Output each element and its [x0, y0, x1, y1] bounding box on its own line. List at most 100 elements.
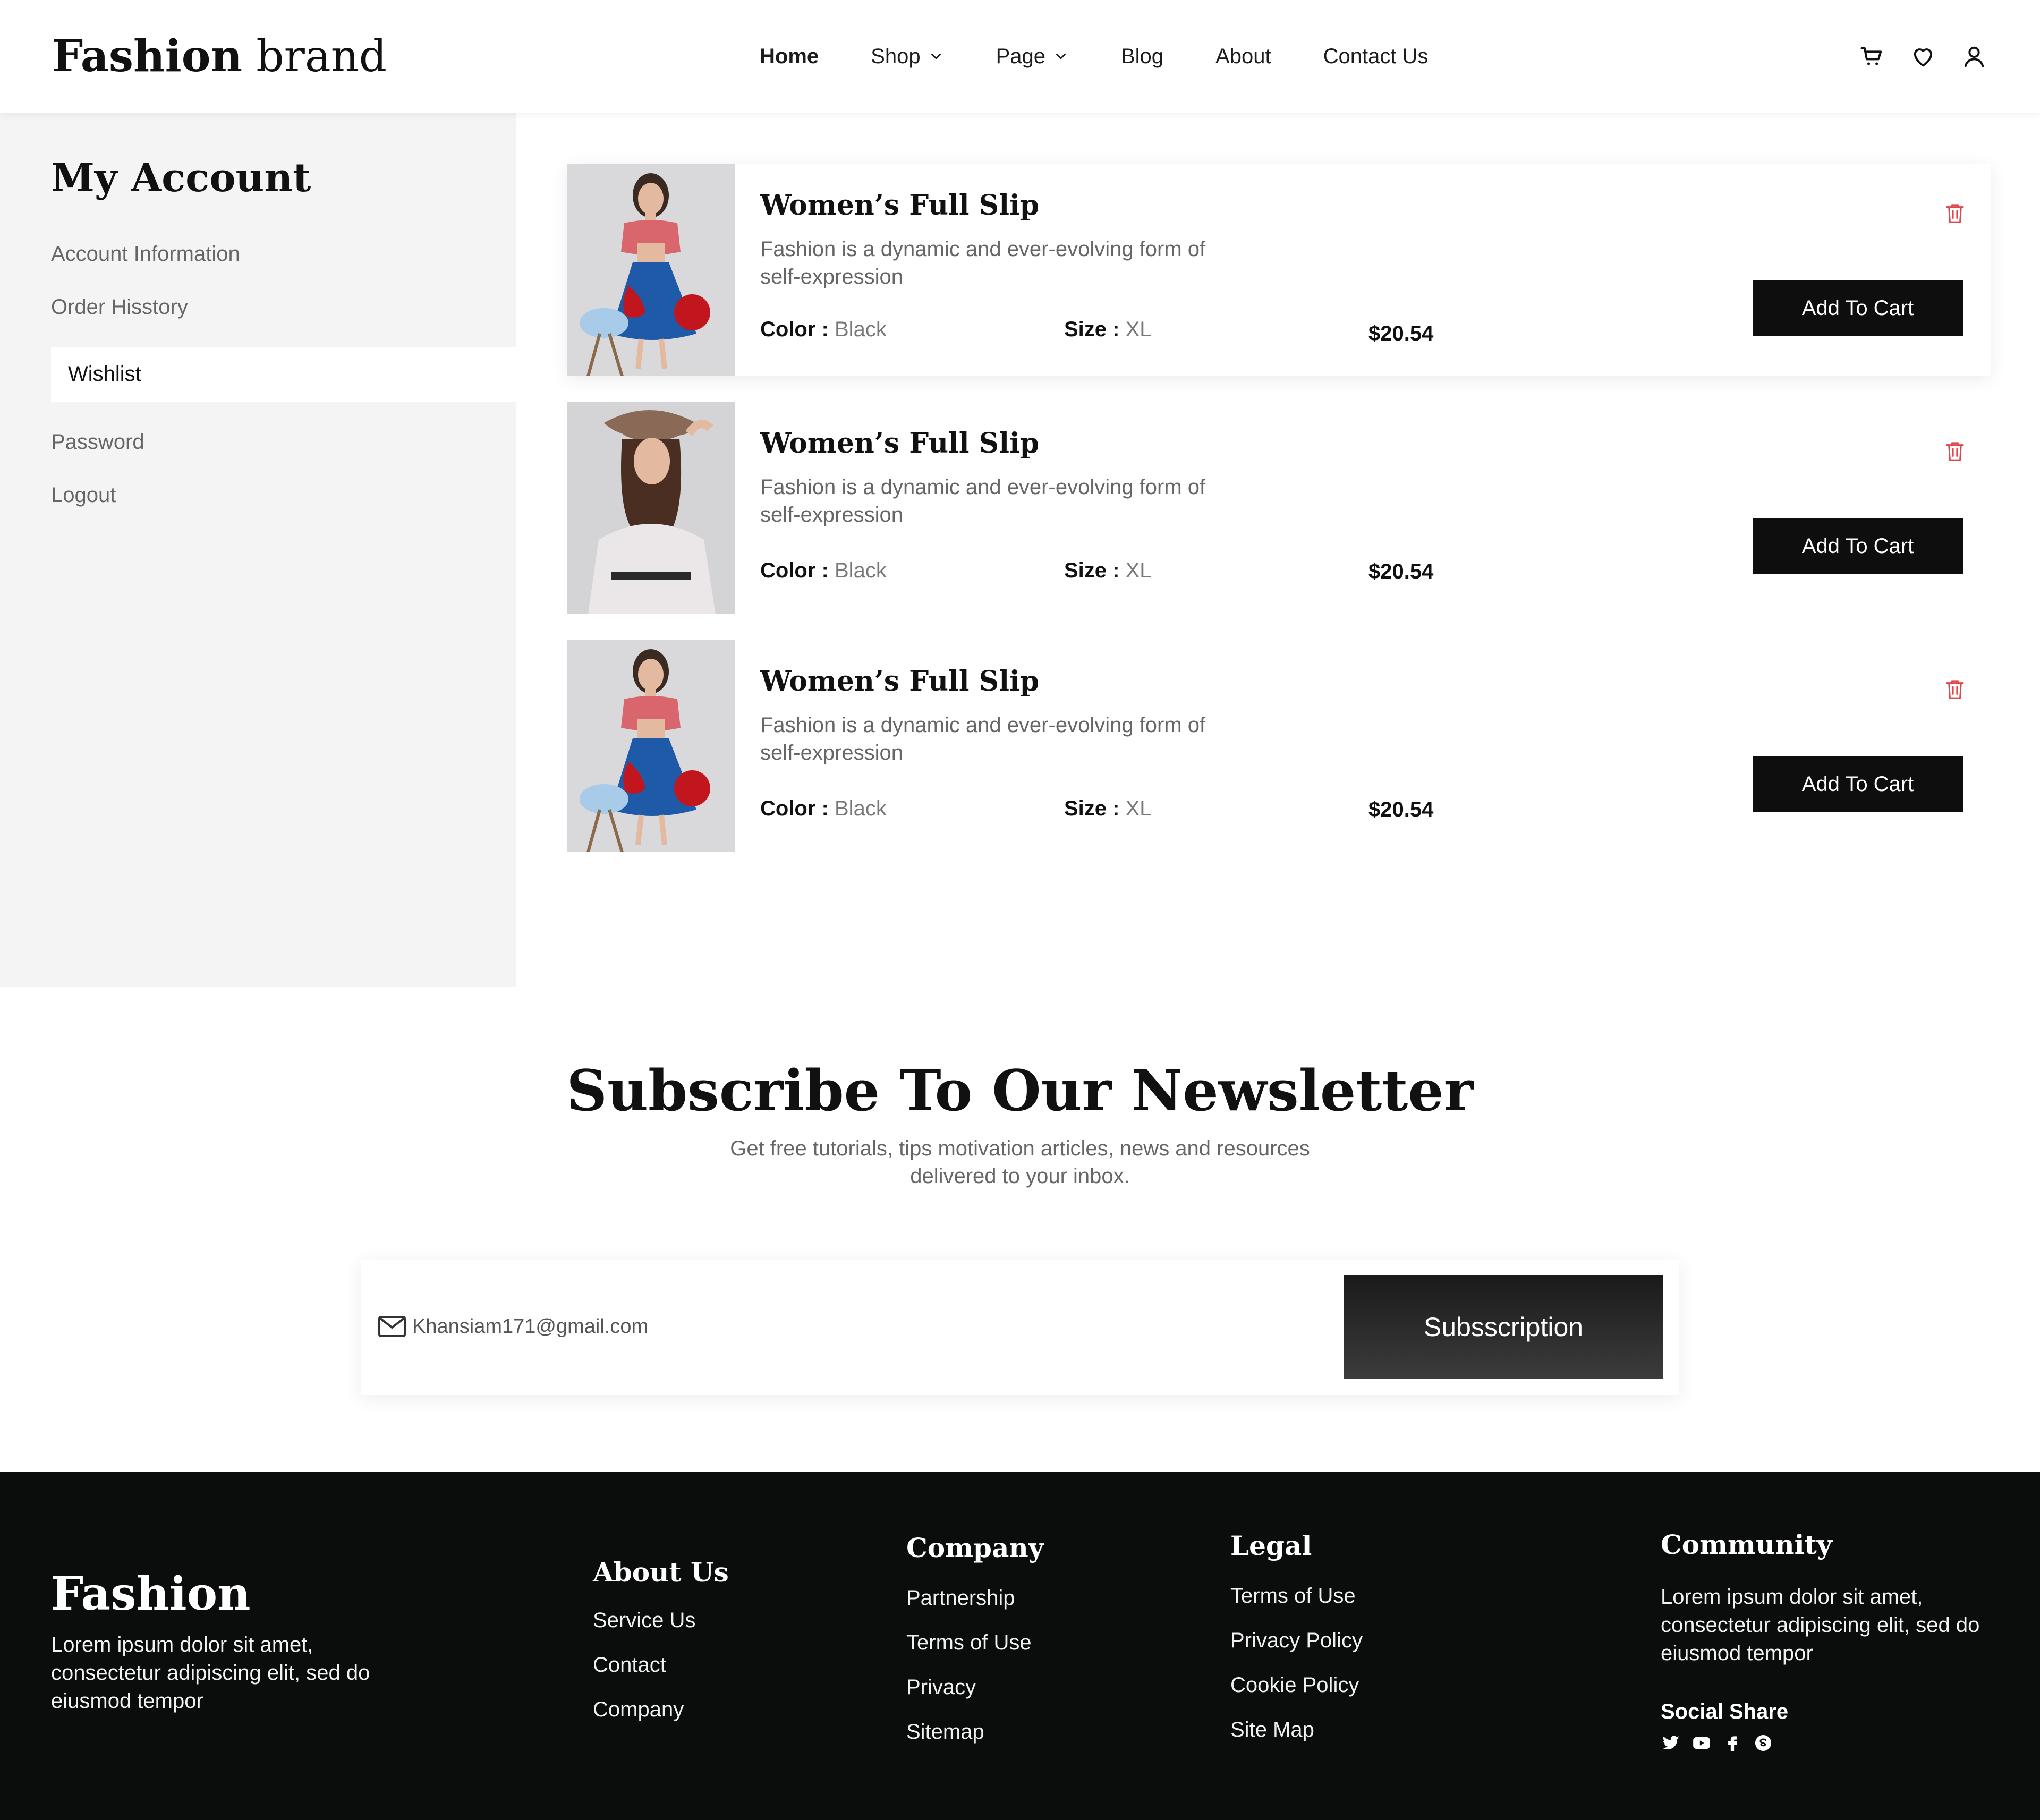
main-nav: Home Shop Page Blog About Contact Us	[760, 42, 1480, 70]
product-image[interactable]	[567, 640, 735, 852]
footer-brand-description: Lorem ipsum dolor sit amet, consectetur …	[51, 1633, 370, 1713]
footer-link-contact[interactable]: Contact	[593, 1653, 666, 1677]
cart-icon[interactable]	[1858, 42, 1886, 70]
product-size: Size : XL	[1064, 559, 1152, 583]
product-size: Size : XL	[1064, 797, 1152, 821]
newsletter-subtitle: Get free tutorials, tips motivation arti…	[730, 1137, 1310, 1188]
social-share-title: Social Share	[1661, 1700, 1789, 1723]
footer-link-site-map[interactable]: Site Map	[1230, 1718, 1314, 1742]
footer-legal-title: Legal	[1230, 1530, 1312, 1561]
footer-company-title: Company	[906, 1532, 1044, 1563]
skype-icon[interactable]	[1753, 1733, 1773, 1753]
size-label: Size :	[1064, 559, 1120, 582]
size-label: Size :	[1064, 318, 1120, 341]
color-label: Color :	[760, 797, 829, 820]
email-field[interactable]	[412, 1309, 1315, 1344]
product-description: Fashion is a dynamic and ever-evolving f…	[760, 713, 1206, 764]
sidebar-item-wishlist-label: Wishlist	[68, 362, 141, 386]
footer-about-title: About Us	[593, 1557, 729, 1588]
color-value: Black	[835, 318, 887, 341]
product-title[interactable]: Women’s Full Slip	[760, 427, 1039, 460]
nav-blog[interactable]: Blog	[1121, 42, 1163, 70]
wishlist-item: Women’s Full Slip Fashion is a dynamic a…	[567, 164, 1991, 376]
footer-link-sitemap[interactable]: Sitemap	[906, 1720, 984, 1744]
nav-blog-label: Blog	[1120, 44, 1164, 68]
product-description: Fashion is a dynamic and ever-evolving f…	[760, 475, 1206, 526]
youtube-icon[interactable]	[1692, 1733, 1712, 1753]
subscribe-button[interactable]: Subsscription	[1344, 1275, 1663, 1379]
nav-page[interactable]: Page	[996, 42, 1069, 70]
chevron-down-icon	[931, 53, 941, 59]
nav-home[interactable]: Home	[760, 42, 819, 70]
footer-link-privacy-policy[interactable]: Privacy Policy	[1230, 1629, 1363, 1653]
header-icons	[1858, 42, 2011, 70]
account-title: My Account	[51, 155, 311, 201]
footer-community-title: Community	[1661, 1529, 1832, 1560]
nav-shop[interactable]: Shop	[871, 42, 944, 70]
size-value: XL	[1125, 559, 1152, 582]
chevron-down-icon	[1056, 53, 1066, 59]
nav-shop-label: Shop	[871, 44, 921, 68]
footer-link-terms-of-use[interactable]: Terms of Use	[906, 1631, 1032, 1655]
footer-link-terms-of-use-legal[interactable]: Terms of Use	[1230, 1584, 1356, 1608]
newsletter-form: Subsscription	[361, 1260, 1679, 1395]
product-color: Color : Black	[760, 318, 887, 342]
sidebar-item-wishlist[interactable]: Wishlist	[51, 347, 516, 402]
trash-icon[interactable]	[1945, 678, 1965, 700]
size-label: Size :	[1064, 797, 1120, 820]
footer-community-description: Lorem ipsum dolor sit amet, consectetur …	[1661, 1585, 1980, 1665]
site-footer: Fashion Lorem ipsum dolor sit amet, cons…	[0, 1472, 2040, 1820]
sidebar-item-password[interactable]: Password	[51, 430, 144, 454]
wishlist-item: Women’s Full Slip Fashion is a dynamic a…	[567, 402, 1991, 614]
mail-icon	[378, 1316, 406, 1337]
trash-icon[interactable]	[1945, 202, 1965, 224]
footer-link-partnership[interactable]: Partnership	[906, 1586, 1015, 1610]
product-image[interactable]	[567, 402, 735, 614]
size-value: XL	[1125, 318, 1152, 341]
trash-icon[interactable]	[1945, 440, 1965, 462]
sidebar-item-account-information[interactable]: Account Information	[51, 242, 240, 266]
account-sidebar: My Account Account Information Order His…	[0, 113, 516, 987]
footer-link-privacy[interactable]: Privacy	[906, 1676, 976, 1699]
product-image[interactable]	[567, 164, 735, 376]
heart-icon[interactable]	[1909, 42, 1937, 70]
product-color: Color : Black	[760, 559, 887, 583]
newsletter-title: Subscribe To Our Newsletter	[566, 1057, 1474, 1124]
product-title[interactable]: Women’s Full Slip	[760, 189, 1039, 222]
site-header: Fashion brand Home Shop Page Blog About …	[0, 0, 2040, 113]
nav-about-label: About	[1216, 44, 1271, 68]
color-label: Color :	[760, 318, 829, 341]
add-to-cart-button[interactable]: Add To Cart	[1753, 280, 1963, 336]
add-to-cart-button[interactable]: Add To Cart	[1753, 518, 1963, 574]
facebook-icon[interactable]	[1722, 1733, 1742, 1753]
twitter-icon[interactable]	[1661, 1733, 1681, 1753]
color-value: Black	[835, 559, 887, 582]
product-description: Fashion is a dynamic and ever-evolving f…	[760, 237, 1206, 288]
nav-contact-label: Contact Us	[1323, 44, 1429, 68]
footer-brand: Fashion	[51, 1567, 251, 1621]
user-icon[interactable]	[1960, 42, 1988, 70]
size-value: XL	[1125, 797, 1152, 820]
product-color: Color : Black	[760, 797, 887, 821]
logo-light-text: brand	[256, 31, 387, 82]
product-price: $20.54	[1368, 798, 1434, 821]
logo-bold-text: Fashion	[52, 31, 243, 82]
sidebar-item-logout[interactable]: Logout	[51, 483, 116, 507]
product-title[interactable]: Women’s Full Slip	[760, 665, 1039, 698]
footer-link-service-us[interactable]: Service Us	[593, 1609, 695, 1632]
brand-logo[interactable]: Fashion brand	[52, 31, 387, 82]
nav-contact[interactable]: Contact Us	[1323, 42, 1429, 70]
color-value: Black	[835, 797, 887, 820]
footer-link-company[interactable]: Company	[593, 1698, 684, 1722]
product-size: Size : XL	[1064, 318, 1152, 342]
color-label: Color :	[760, 559, 829, 582]
footer-link-cookie-policy[interactable]: Cookie Policy	[1230, 1673, 1359, 1697]
product-price: $20.54	[1368, 322, 1434, 345]
add-to-cart-button[interactable]: Add To Cart	[1753, 756, 1963, 812]
wishlist-item: Women’s Full Slip Fashion is a dynamic a…	[567, 640, 1991, 852]
nav-home-label: Home	[760, 44, 819, 68]
nav-page-label: Page	[996, 44, 1046, 68]
sidebar-item-order-history[interactable]: Order Hisstory	[51, 295, 188, 319]
nav-about[interactable]: About	[1216, 42, 1271, 70]
product-price: $20.54	[1368, 560, 1434, 583]
